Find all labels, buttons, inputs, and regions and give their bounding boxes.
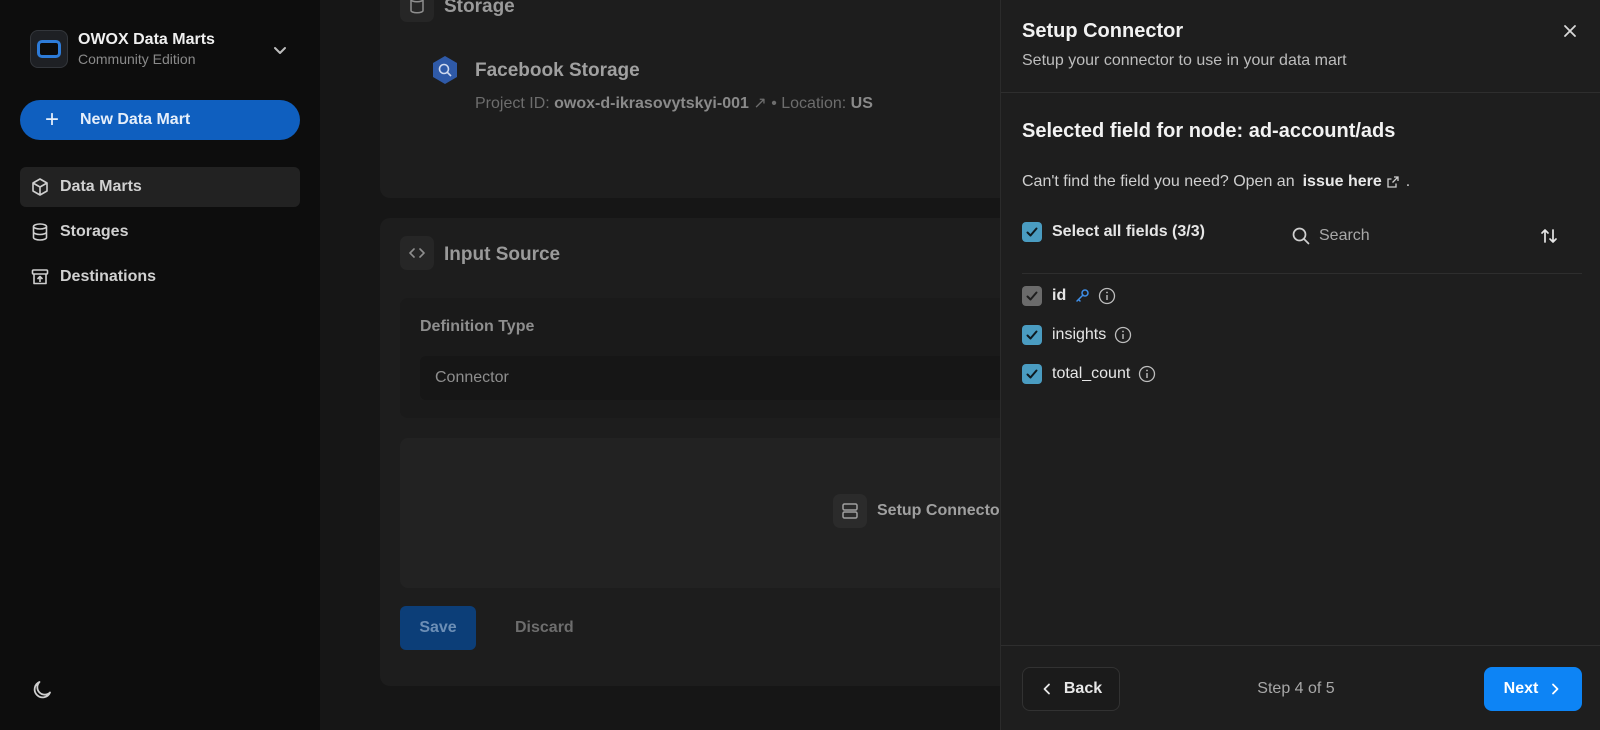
step-indicator: Step 4 of 5 (1257, 680, 1335, 697)
next-button[interactable]: Next (1484, 667, 1582, 711)
back-label: Back (1063, 680, 1103, 697)
field-checkbox[interactable] (1022, 325, 1042, 345)
field-checkbox[interactable] (1022, 364, 1042, 384)
help-text-end: . (1405, 173, 1411, 190)
info-icon[interactable] (1098, 287, 1116, 305)
bigquery-icon (433, 56, 457, 84)
field-row-total-count: total_count (1022, 364, 1156, 384)
chevron-down-icon[interactable] (270, 40, 290, 60)
sidebar-item-label: Destinations (60, 268, 157, 285)
main-content: Storage Facebook Storage Project ID: owo… (320, 0, 1000, 730)
panel-title: Setup Connector (1022, 20, 1184, 42)
help-text-label: Can't find the field you need? Open an (1022, 173, 1295, 190)
location-label: Location: (781, 95, 847, 112)
setup-connector-box[interactable]: Setup Connector (400, 438, 1000, 588)
issue-link[interactable]: issue here (1303, 173, 1400, 191)
save-button[interactable]: Save (400, 606, 476, 650)
project-id-label: Project ID: (475, 95, 550, 112)
issue-link-label: issue here (1302, 173, 1382, 190)
field-name: insights (1052, 326, 1107, 343)
sidebar: OWOX Data Marts Community Edition + New … (0, 0, 320, 730)
divider (1022, 273, 1582, 274)
definition-type-label: Definition Type (420, 318, 535, 335)
check-icon (1026, 369, 1038, 379)
brand[interactable]: OWOX Data Marts Community Edition (30, 30, 215, 68)
sidebar-item-label: Data Marts (60, 178, 142, 195)
new-data-mart-button[interactable]: + New Data Mart (20, 100, 300, 140)
select-all-label: Select all fields (3/3) (1052, 223, 1205, 240)
chevron-right-icon (1552, 683, 1559, 695)
cube-icon (32, 178, 48, 196)
setup-connector-label: Setup Connector (877, 502, 1000, 519)
external-link-icon: ↗ (753, 95, 767, 112)
field-row-id: id (1022, 286, 1116, 306)
search-input[interactable] (1319, 227, 1489, 245)
storage-card: Storage Facebook Storage Project ID: owo… (380, 0, 1000, 198)
new-data-mart-label: New Data Mart (80, 111, 191, 128)
field-name: total_count (1052, 365, 1131, 382)
info-icon[interactable] (1138, 365, 1156, 383)
help-text: Can't find the field you need? Open an i… (1022, 173, 1410, 191)
select-all-row: Select all fields (3/3) (1022, 222, 1205, 242)
check-icon (1026, 291, 1038, 301)
chevron-left-icon (1043, 683, 1050, 695)
brand-title: OWOX Data Marts (78, 31, 215, 48)
sidebar-item-label: Storages (60, 223, 129, 240)
archive-icon (31, 269, 49, 285)
moon-icon[interactable] (30, 678, 54, 702)
search-icon (1292, 227, 1310, 245)
database-icon (400, 0, 434, 22)
field-checkbox[interactable] (1022, 286, 1042, 306)
brand-subtitle: Community Edition (78, 51, 196, 67)
sidebar-item-data-marts[interactable]: Data Marts (20, 167, 300, 207)
key-icon (1076, 289, 1089, 302)
location-value: US (850, 95, 873, 112)
check-icon (1026, 227, 1038, 237)
next-label: Next (1503, 680, 1539, 697)
divider (1001, 92, 1600, 93)
select-all-checkbox[interactable] (1022, 222, 1042, 242)
sidebar-item-destinations[interactable]: Destinations (20, 257, 300, 297)
input-source-card: Input Source Definition Type Connector S… (380, 218, 1000, 686)
input-source-title: Input Source (444, 244, 561, 265)
field-name: id (1052, 287, 1067, 304)
external-link-icon (1387, 176, 1399, 188)
definition-type-select[interactable]: Connector (420, 356, 1000, 400)
panel-subtitle: Setup your connector to use in your data… (1022, 52, 1347, 69)
server-icon (833, 494, 867, 528)
node-title: Selected field for node: ad-account/ads (1022, 120, 1396, 142)
storage-section-title: Storage (444, 0, 515, 17)
storage-meta: Project ID: owox-d-ikrasovytskyi-001 ↗ •… (475, 95, 873, 112)
code-icon (400, 236, 434, 270)
search-box[interactable] (1291, 226, 1489, 246)
info-icon[interactable] (1114, 326, 1132, 344)
back-button[interactable]: Back (1022, 667, 1120, 711)
sort-icon[interactable] (1539, 226, 1559, 246)
database-icon (32, 223, 48, 241)
check-icon (1026, 330, 1038, 340)
owox-logo (30, 30, 68, 68)
project-id[interactable]: owox-d-ikrasovytskyi-001 (554, 95, 749, 112)
definition-box: Definition Type Connector (400, 298, 1000, 418)
divider (1001, 645, 1600, 646)
close-icon[interactable] (1561, 22, 1579, 40)
discard-button[interactable]: Discard (515, 606, 574, 650)
storage-name: Facebook Storage (475, 60, 640, 81)
field-row-insights: insights (1022, 325, 1132, 345)
plus-icon: + (44, 106, 59, 133)
setup-connector-panel: Setup Connector Setup your connector to … (1000, 0, 1600, 730)
sidebar-item-storages[interactable]: Storages (20, 212, 300, 252)
